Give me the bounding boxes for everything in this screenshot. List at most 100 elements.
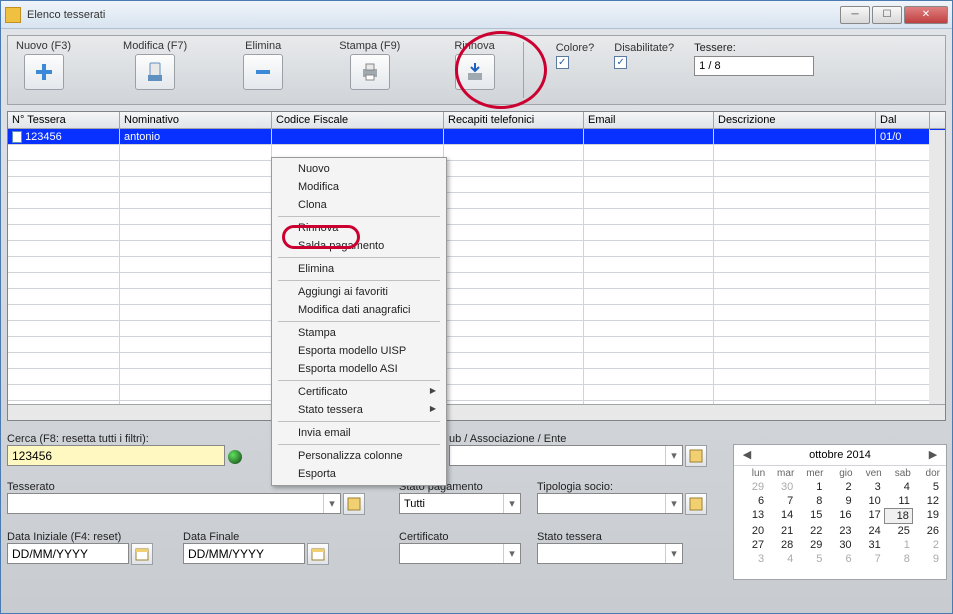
table-row[interactable]	[8, 177, 945, 193]
calendar-day[interactable]: 29	[738, 480, 767, 494]
table-row[interactable]	[8, 145, 945, 161]
ctx-stato-tessera[interactable]: Stato tessera	[274, 401, 444, 419]
calendar-day[interactable]: 4	[884, 480, 913, 494]
table-row[interactable]	[8, 209, 945, 225]
ctx-uisp[interactable]: Esporta modello UISP	[274, 342, 444, 360]
calendar-day[interactable]: 6	[738, 494, 767, 508]
ctx-stampa[interactable]: Stampa	[274, 324, 444, 342]
calendar-day[interactable]: 27	[738, 538, 767, 552]
ctx-rinnova[interactable]: Rinnova	[274, 219, 444, 237]
col-email[interactable]: Email	[584, 112, 714, 128]
calendar-day[interactable]: 7	[767, 494, 796, 508]
calendar-day[interactable]: 14	[767, 508, 796, 524]
col-cf[interactable]: Codice Fiscale	[272, 112, 444, 128]
col-tessera[interactable]: N° Tessera	[8, 112, 120, 128]
close-button[interactable]: ✕	[904, 6, 948, 24]
modifica-button[interactable]	[135, 54, 175, 90]
calendar-day[interactable]: 8	[884, 552, 913, 566]
data-iniziale-input[interactable]	[7, 543, 129, 564]
disabilitate-checkbox[interactable]: ✓	[614, 56, 627, 69]
stato-pagamento-combo[interactable]: Tutti▾	[399, 493, 521, 514]
calendar-prev-button[interactable]: ◀	[740, 448, 754, 462]
calendar-day[interactable]: 28	[767, 538, 796, 552]
calendar-day[interactable]: 17	[855, 508, 884, 524]
rinnova-button[interactable]	[455, 54, 495, 90]
date-picker-calendar[interactable]: ◀ ottobre 2014 ▶ lunmarmergiovensabdor29…	[733, 444, 947, 580]
ctx-clona[interactable]: Clona	[274, 196, 444, 214]
calendar-day[interactable]: 30	[767, 480, 796, 494]
calendar-day[interactable]: 1	[796, 480, 825, 494]
grid-horizontal-scrollbar[interactable]	[8, 404, 945, 420]
calendar-day[interactable]: 21	[767, 524, 796, 538]
calendar-day[interactable]: 18	[884, 508, 913, 524]
nuovo-button[interactable]	[24, 54, 64, 90]
calendar-day[interactable]: 29	[796, 538, 825, 552]
stato-tessera-combo[interactable]: ▾	[537, 543, 683, 564]
table-row[interactable]	[8, 401, 945, 404]
stampa-button[interactable]	[350, 54, 390, 90]
colore-checkbox[interactable]: ✓	[556, 56, 569, 69]
maximize-button[interactable]: ☐	[872, 6, 902, 24]
calendar-day[interactable]: 25	[884, 524, 913, 538]
calendar-day[interactable]: 12	[913, 494, 942, 508]
col-nominativo[interactable]: Nominativo	[120, 112, 272, 128]
grid-vertical-scrollbar[interactable]	[929, 130, 945, 404]
calendar-day[interactable]: 31	[855, 538, 884, 552]
table-row[interactable]	[8, 225, 945, 241]
calendar-day[interactable]: 5	[796, 552, 825, 566]
calendar-day[interactable]: 9	[913, 552, 942, 566]
calendar-day[interactable]: 15	[796, 508, 825, 524]
elimina-button[interactable]	[243, 54, 283, 90]
calendar-day[interactable]: 5	[913, 480, 942, 494]
col-descrizione[interactable]: Descrizione	[714, 112, 876, 128]
table-row[interactable]	[8, 305, 945, 321]
ctx-anagrafici[interactable]: Modifica dati anagrafici	[274, 301, 444, 319]
table-row[interactable]	[8, 385, 945, 401]
table-row[interactable]	[8, 241, 945, 257]
data-iniziale-calendar-button[interactable]	[131, 543, 153, 565]
tesserato-combo[interactable]: ▾	[7, 493, 341, 514]
table-row[interactable]	[8, 257, 945, 273]
ctx-elimina[interactable]: Elimina	[274, 260, 444, 278]
calendar-day[interactable]: 1	[884, 538, 913, 552]
data-finale-calendar-button[interactable]	[307, 543, 329, 565]
calendar-day[interactable]: 2	[913, 538, 942, 552]
table-row[interactable]	[8, 321, 945, 337]
calendar-day[interactable]: 7	[855, 552, 884, 566]
ctx-asi[interactable]: Esporta modello ASI	[274, 360, 444, 378]
table-row[interactable]	[8, 353, 945, 369]
ctx-colonne[interactable]: Personalizza colonne	[274, 447, 444, 465]
tipologia-combo[interactable]: ▾	[537, 493, 683, 514]
calendar-day[interactable]: 20	[738, 524, 767, 538]
tipologia-lookup-button[interactable]	[685, 493, 707, 515]
ctx-favoriti[interactable]: Aggiungi ai favoriti	[274, 283, 444, 301]
calendar-day[interactable]: 13	[738, 508, 767, 524]
ctx-invia[interactable]: Invia email	[274, 424, 444, 442]
table-row[interactable]	[8, 161, 945, 177]
calendar-day[interactable]: 11	[884, 494, 913, 508]
table-row[interactable]	[8, 289, 945, 305]
cerca-input[interactable]	[7, 445, 225, 466]
data-finale-input[interactable]	[183, 543, 305, 564]
grid-body[interactable]: 123456 antonio 01/0	[8, 129, 945, 404]
certificato-combo[interactable]: ▾	[399, 543, 521, 564]
calendar-day[interactable]: 2	[825, 480, 854, 494]
ctx-nuovo[interactable]: Nuovo	[274, 160, 444, 178]
calendar-next-button[interactable]: ▶	[926, 448, 940, 462]
ctx-modifica[interactable]: Modifica	[274, 178, 444, 196]
calendar-day[interactable]: 8	[796, 494, 825, 508]
club-lookup-button[interactable]	[685, 445, 707, 467]
calendar-day[interactable]: 10	[855, 494, 884, 508]
table-row[interactable]	[8, 337, 945, 353]
calendar-day[interactable]: 6	[825, 552, 854, 566]
calendar-day[interactable]: 24	[855, 524, 884, 538]
table-row[interactable]	[8, 193, 945, 209]
tesserato-lookup-button[interactable]	[343, 493, 365, 515]
calendar-day[interactable]: 23	[825, 524, 854, 538]
calendar-day[interactable]: 3	[738, 552, 767, 566]
calendar-day[interactable]: 4	[767, 552, 796, 566]
ctx-esporta[interactable]: Esporta	[274, 465, 444, 483]
calendar-day[interactable]: 22	[796, 524, 825, 538]
col-dal[interactable]: Dal	[876, 112, 930, 128]
ctx-salda[interactable]: Salda pagamento	[274, 237, 444, 255]
